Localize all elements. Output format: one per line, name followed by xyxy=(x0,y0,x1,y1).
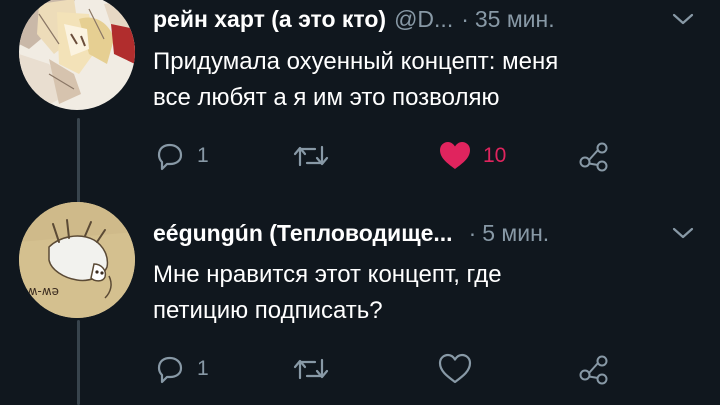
like-button[interactable]: 10 xyxy=(437,136,506,176)
avatar[interactable]: ew-we xyxy=(19,202,135,318)
like-count: 10 xyxy=(483,144,507,167)
share-icon xyxy=(577,139,611,173)
heart-icon xyxy=(437,352,473,386)
share-icon xyxy=(577,352,611,386)
share-button[interactable] xyxy=(577,136,611,176)
timestamp[interactable]: 5 мин. xyxy=(482,220,549,247)
like-button[interactable] xyxy=(437,349,483,389)
tweet-text-line: Придумала охуенный концепт: меня xyxy=(153,48,559,75)
tweet[interactable]: ew-we eégungún (Тепловодище... · 5 мин. … xyxy=(0,200,720,405)
reply-button[interactable]: 1 xyxy=(153,136,209,176)
tweet-text: Придумала охуенный концепт: меня все люб… xyxy=(153,44,693,116)
chevron-down-icon[interactable] xyxy=(670,222,696,244)
tweet-actions: 1 xyxy=(153,349,633,389)
retweet-icon xyxy=(291,352,331,386)
svg-text:ew-we: ew-we xyxy=(20,285,59,299)
timestamp[interactable]: 35 мин. xyxy=(475,6,555,33)
reply-icon xyxy=(153,352,187,386)
tweet-actions: 1 10 xyxy=(153,136,633,176)
tweet-header: eégungún (Тепловодище... · 5 мин. xyxy=(153,216,700,250)
tweet-text-line: все любят а я им это позволяю xyxy=(153,84,500,111)
retweet-button[interactable] xyxy=(291,136,341,176)
separator-dot: · xyxy=(468,219,477,246)
separator-dot: · xyxy=(461,5,469,32)
reply-count: 1 xyxy=(197,357,209,380)
author-name[interactable]: eégungún (Тепловодище... xyxy=(153,220,453,247)
heart-icon xyxy=(437,139,473,173)
author-name[interactable]: рейн харт (а это кто) xyxy=(153,6,386,33)
tweet-text-line: петицию подписать? xyxy=(153,297,383,324)
reply-button[interactable]: 1 xyxy=(153,349,209,389)
retweet-icon xyxy=(291,139,331,173)
chevron-down-icon[interactable] xyxy=(670,8,696,30)
author-handle[interactable]: @D... xyxy=(394,6,453,33)
share-button[interactable] xyxy=(577,349,611,389)
retweet-button[interactable] xyxy=(291,349,341,389)
tweet-text-line: Мне нравится этот концепт, где xyxy=(153,261,502,288)
tweet-text: Мне нравится этот концепт, где петицию п… xyxy=(153,257,693,329)
tweet[interactable]: рейн харт (а это кто) @D... · 35 мин. Пр… xyxy=(0,0,720,200)
tweet-header: рейн харт (а это кто) @D... · 35 мин. xyxy=(153,2,700,36)
reply-count: 1 xyxy=(197,144,209,167)
avatar[interactable] xyxy=(19,0,135,110)
reply-icon xyxy=(153,139,187,173)
